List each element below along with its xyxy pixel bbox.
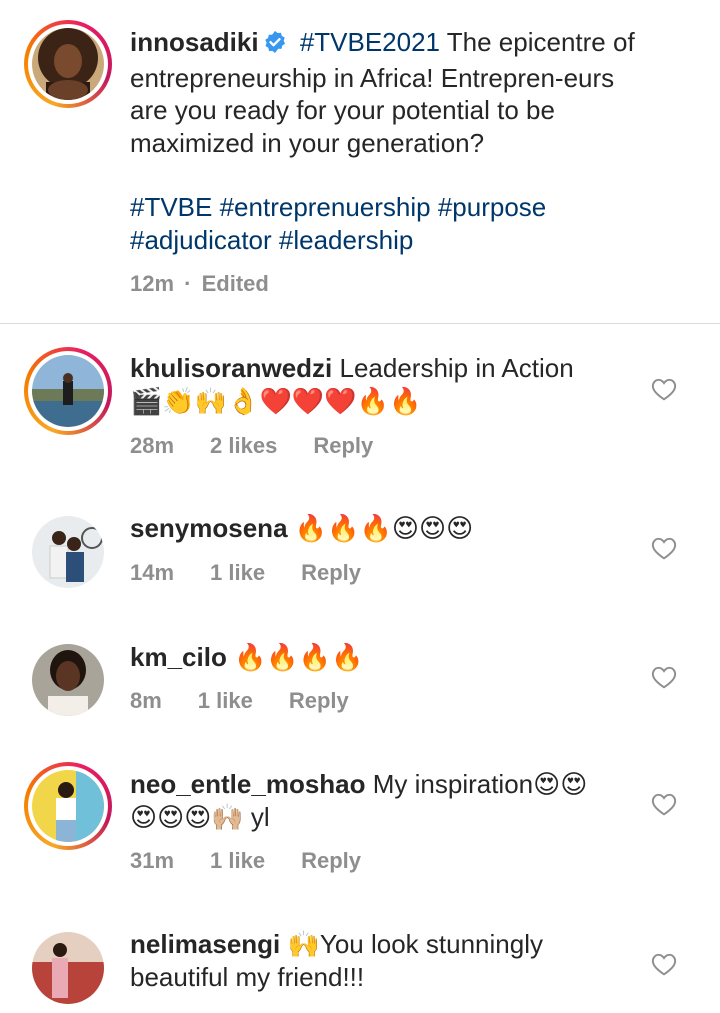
avatar-image [32,770,104,842]
comment-username[interactable]: neo_entle_moshao [130,769,366,799]
commenter-avatar[interactable] [32,644,104,716]
comment-item: senymosena 🔥🔥🔥😍😍😍 14m 1 like Reply [0,510,720,610]
heart-outline-icon[interactable] [651,792,677,816]
comment-likes[interactable]: 1 like [198,688,253,713]
comment-username[interactable]: senymosena [130,513,288,543]
commenter-avatar[interactable] [32,932,104,1004]
comment-reply-button[interactable]: Reply [313,433,373,458]
comment-reply-button[interactable]: Reply [301,560,361,585]
comment-time: 31m [130,848,175,873]
caption-text-block: innosadiki #TVBE2021 The epicentre of en… [130,26,650,159]
avatar-image [32,516,104,588]
comment-meta: 8m 1 like Reply [130,688,385,714]
comment-reply-button[interactable]: Reply [301,848,361,873]
heart-outline-icon[interactable] [651,536,677,560]
heart-outline-icon[interactable] [651,952,677,976]
hashtags-line-1[interactable]: #TVBE #entreprenuership #purpose [130,191,650,224]
comment-time: 14m [130,560,175,585]
post-username[interactable]: innosadiki [130,27,259,57]
comment-time: 8m [130,688,162,713]
verified-badge-icon [263,29,287,62]
comment-emoji-line: 😍😍😍🙌🏼 yl [130,801,270,832]
heart-outline-icon[interactable] [651,377,677,401]
comment-text-block: km_cilo 🔥🔥🔥🔥 [130,641,650,674]
caption-meta: 12m · Edited [130,271,269,297]
comment-time: 28m [130,433,175,458]
caption-hashtag-link[interactable]: #TVBE2021 [300,27,440,57]
comment-likes[interactable]: 1 like [210,848,265,873]
comment-reply-button[interactable]: Reply [289,688,349,713]
avatar-image [32,28,104,100]
caption-time: 12m [130,271,175,296]
comment-username[interactable]: khulisoranwedzi [130,353,332,383]
comment-username[interactable]: km_cilo [130,642,227,672]
commenter-avatar[interactable] [32,516,104,588]
comment-text-block: khulisoranwedzi Leadership in Action 🎬👏🙌… [130,352,650,417]
comment-text: My inspiration😍😍 [365,769,588,799]
comment-emoji-line: 🔥🔥🔥😍😍😍 [287,513,474,543]
avatar-image [32,932,104,1004]
comment-username[interactable]: nelimasengi [130,929,280,959]
edited-label: Edited [201,271,269,296]
comment-item: km_cilo 🔥🔥🔥🔥 8m 1 like Reply [0,640,720,740]
comment-likes[interactable]: 2 likes [210,433,277,458]
hashtags-line-2[interactable]: #adjudicator #leadership [130,224,650,257]
comment-text-block: nelimasengi 🙌You look stunningly beautif… [130,928,640,993]
comment-item: nelimasengi 🙌You look stunningly beautif… [0,925,720,1013]
comment-emoji-line: 🎬👏🙌👌❤️❤️❤️🔥🔥 [130,385,422,416]
heart-outline-icon[interactable] [651,665,677,689]
caption-hashtags: #TVBE #entreprenuership #purpose #adjudi… [130,191,650,256]
avatar-image [32,355,104,427]
comment-meta: 31m 1 like Reply [130,848,397,874]
comment-meta: 28m 2 likes Reply [130,433,409,459]
comment-item: neo_entle_moshao My inspiration😍😍 😍😍😍🙌🏼 … [0,760,720,890]
meta-separator: · [184,271,192,296]
comment-meta: 14m 1 like Reply [130,560,397,586]
comment-emoji-line: 🔥🔥🔥🔥 [226,642,364,672]
comment-likes[interactable]: 1 like [210,560,265,585]
post-author-avatar[interactable] [24,20,112,108]
comment-text-block: senymosena 🔥🔥🔥😍😍😍 [130,512,650,545]
comment-item: khulisoranwedzi Leadership in Action 🎬👏🙌… [0,345,720,475]
comment-text: Leadership in Action [332,353,574,383]
section-divider [0,323,720,324]
comment-text-block: neo_entle_moshao My inspiration😍😍 😍😍😍🙌🏼 … [130,768,650,833]
avatar-image [32,644,104,716]
commenter-avatar[interactable] [24,762,112,850]
commenter-avatar[interactable] [24,347,112,435]
post-caption: innosadiki #TVBE2021 The epicentre of en… [0,0,720,323]
